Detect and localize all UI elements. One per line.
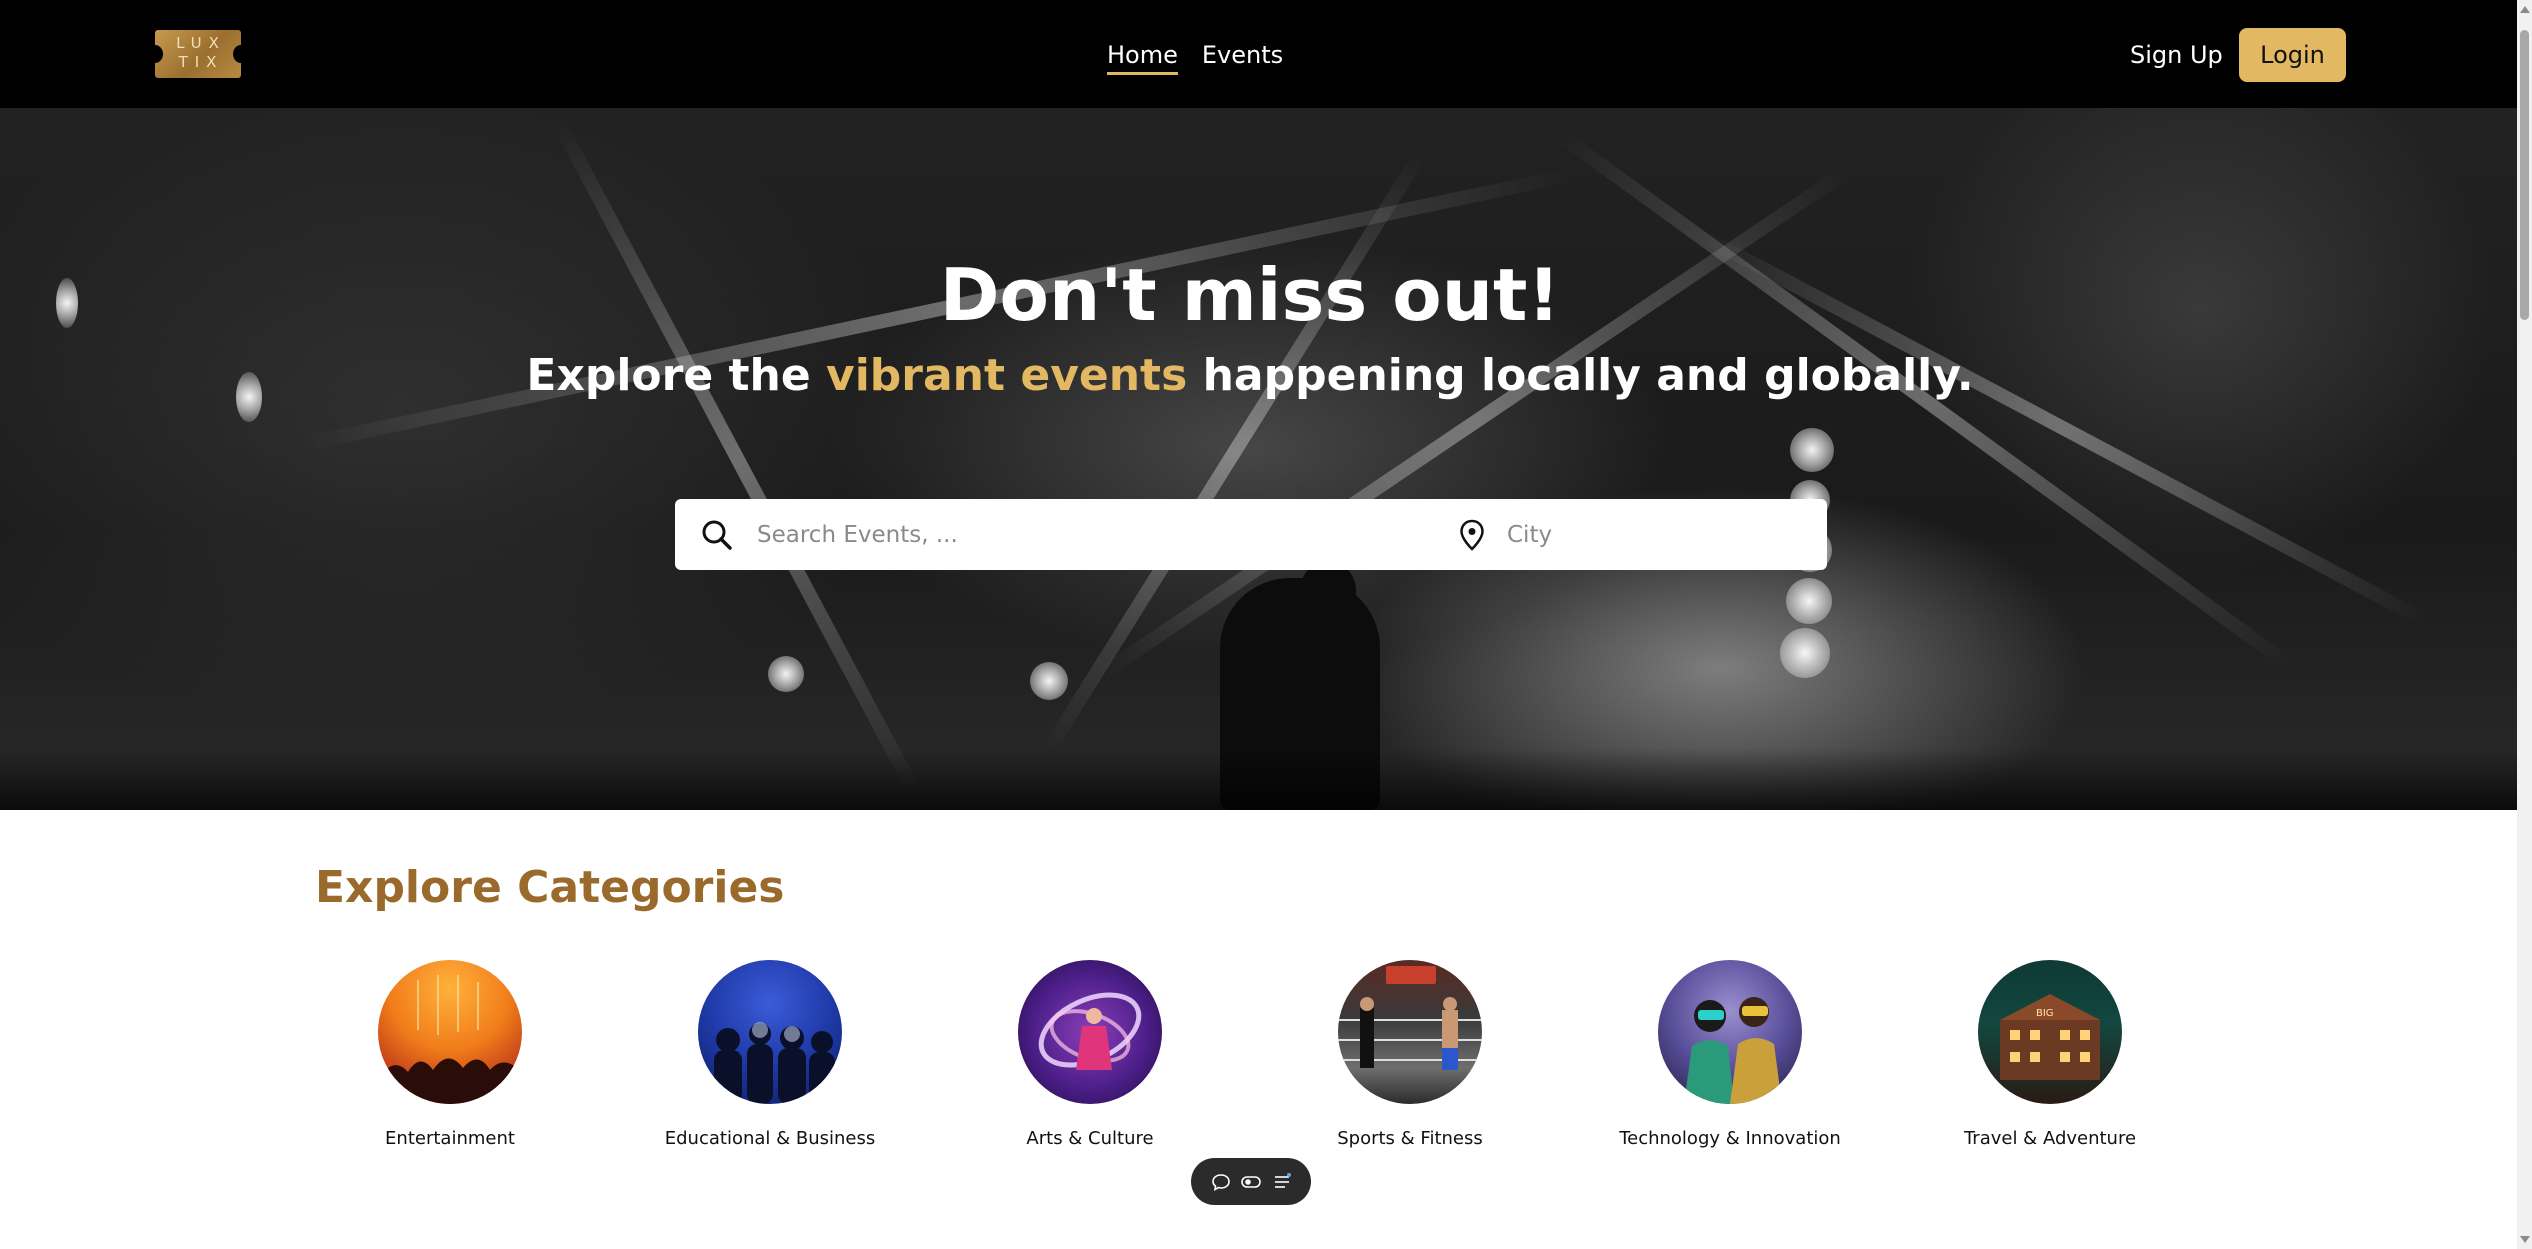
explore-categories-title: Explore Categories	[315, 862, 785, 913]
nav-home-link[interactable]: Home	[1107, 38, 1178, 75]
toggle-icon[interactable]	[1240, 1171, 1262, 1193]
sports-fitness-image	[1338, 960, 1482, 1104]
subtitle-text-start: Explore the	[526, 350, 827, 401]
event-search-bar	[675, 499, 1827, 570]
audience-silhouette	[714, 1022, 835, 1104]
search-icon[interactable]	[699, 517, 735, 553]
city-input[interactable]	[1507, 512, 1807, 558]
location-pin-icon	[1460, 519, 1484, 551]
night-building: BIG	[2000, 994, 2100, 1080]
stage-floor	[0, 748, 2517, 810]
arts-culture-image	[1018, 960, 1162, 1104]
subtitle-accent-text: vibrant events	[826, 350, 1188, 401]
educational-business-image	[698, 960, 842, 1104]
sign-up-link[interactable]: Sign Up	[2130, 38, 2223, 72]
main-nav: Home Events	[1107, 38, 1283, 75]
page-scrollbar[interactable]	[2517, 0, 2532, 1249]
boxing-ring	[1338, 966, 1482, 1070]
hero-banner: Don't miss out! Explore the vibrant even…	[0, 108, 2517, 810]
scroll-down-arrow-icon[interactable]	[2520, 1236, 2530, 1243]
stage-light	[1030, 662, 1068, 700]
scroll-up-arrow-icon[interactable]	[2520, 6, 2530, 13]
chat-icon[interactable]	[1210, 1171, 1232, 1193]
entertainment-image	[378, 960, 522, 1104]
category-label: Educational & Business	[664, 1128, 876, 1149]
hero-subtitle: Explore the vibrant events happening loc…	[0, 346, 2500, 406]
light-beam	[1096, 165, 1851, 681]
logo-text: LUX TIX	[176, 34, 226, 71]
category-list: Entertainment Educational & Business Art…	[300, 960, 2200, 1160]
category-travel-adventure[interactable]: BIG Travel & Adventure	[1900, 960, 2200, 1152]
svg-text:BIG: BIG	[2036, 1008, 2054, 1019]
light-beam	[553, 121, 923, 800]
category-arts-culture[interactable]: Arts & Culture	[940, 960, 1240, 1152]
technology-innovation-image	[1658, 960, 1802, 1104]
top-navbar: LUX TIX Home Events Sign Up Login	[0, 0, 2517, 108]
category-educational-business[interactable]: Educational & Business	[620, 960, 920, 1152]
scroll-thumb[interactable]	[2520, 30, 2529, 320]
vr-headset-people	[1684, 997, 1782, 1104]
stage-light	[768, 656, 804, 692]
category-label: Travel & Adventure	[1963, 1128, 2137, 1149]
category-label: Entertainment	[385, 1128, 515, 1149]
travel-adventure-image: BIG	[1978, 960, 2122, 1104]
subtitle-text-end: happening locally and globally.	[1187, 350, 1974, 401]
category-technology-innovation[interactable]: Technology & Innovation	[1580, 960, 1880, 1152]
category-label: Arts & Culture	[1026, 1128, 1154, 1149]
category-sports-fitness[interactable]: Sports & Fitness	[1260, 960, 1560, 1152]
list-icon[interactable]	[1271, 1171, 1293, 1193]
login-button[interactable]: Login	[2239, 28, 2346, 82]
category-label: Sports & Fitness	[1337, 1128, 1483, 1149]
search-events-input[interactable]	[757, 512, 1357, 558]
hero-title: Don't miss out!	[939, 253, 1561, 337]
luxtix-logo[interactable]: LUX TIX	[147, 30, 249, 78]
crowd-silhouette	[378, 975, 522, 1104]
stage-light	[1790, 428, 1834, 472]
performer-ribbon	[1038, 992, 1142, 1070]
floating-toolbar	[1191, 1158, 1311, 1205]
category-entertainment[interactable]: Entertainment	[300, 960, 600, 1152]
category-label: Technology & Innovation	[1619, 1128, 1841, 1149]
stage-light	[1780, 628, 1830, 678]
nav-events-link[interactable]: Events	[1202, 38, 1283, 75]
stage-light	[1786, 578, 1832, 624]
